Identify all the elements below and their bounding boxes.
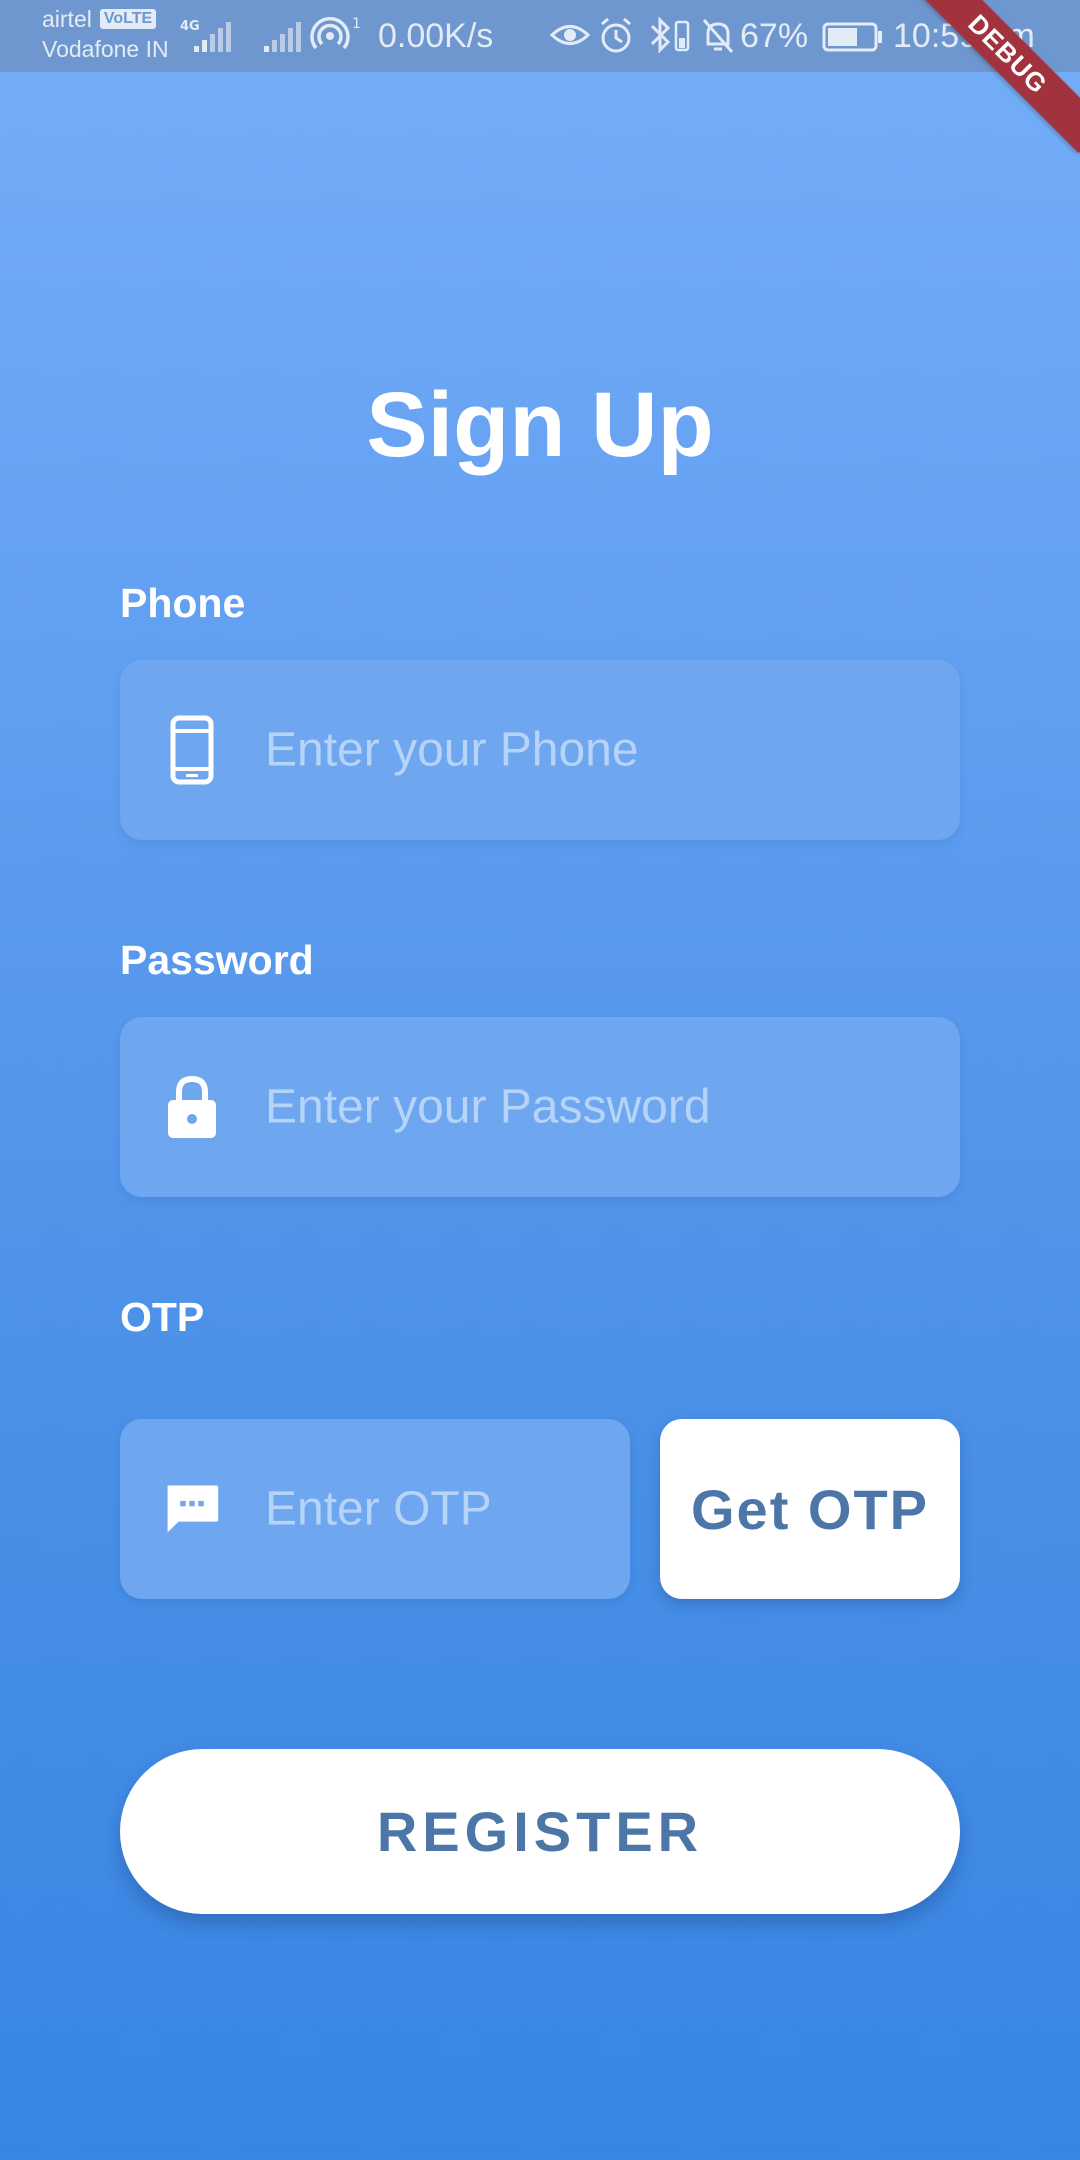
otp-input[interactable]: Enter OTP xyxy=(120,1419,630,1599)
battery-percent: 67% xyxy=(740,17,809,55)
eye-icon xyxy=(549,20,591,55)
network-type-label: 4G xyxy=(180,19,200,34)
lock-icon xyxy=(164,1071,220,1143)
phone-label: Phone xyxy=(120,580,246,626)
password-input[interactable]: Enter your Password xyxy=(120,1017,960,1197)
get-otp-label: Get OTP xyxy=(690,1477,930,1541)
message-icon xyxy=(164,1473,220,1545)
page-title: Sign Up xyxy=(366,374,714,476)
signal-icon: 4G xyxy=(180,18,236,59)
signal-icon xyxy=(262,18,302,59)
status-bar: airtel VoLTE Vodafone IN 4G 1 0.00K/s 67… xyxy=(0,0,1080,72)
phone-input[interactable]: Enter your Phone xyxy=(120,660,960,840)
net-speed: 0.00K/s xyxy=(378,17,494,55)
hotspot-count: 1 xyxy=(352,16,361,32)
password-label: Password xyxy=(120,937,314,983)
register-button[interactable]: REGISTER xyxy=(120,1749,960,1914)
carrier-info: airtel VoLTE Vodafone IN xyxy=(42,4,169,64)
hotspot-icon: 1 xyxy=(310,14,366,59)
alarm-icon xyxy=(598,16,634,61)
register-label: REGISTER xyxy=(376,1800,704,1863)
battery-icon xyxy=(822,22,884,57)
otp-label: OTP xyxy=(120,1294,205,1340)
password-placeholder: Enter your Password xyxy=(265,1080,711,1134)
bell-off-icon xyxy=(700,16,736,61)
bluetooth-icon xyxy=(646,16,694,61)
carrier-secondary: Vodafone IN xyxy=(42,36,169,62)
phone-icon xyxy=(164,714,220,786)
otp-placeholder: Enter OTP xyxy=(265,1482,492,1536)
volte-badge: VoLTE xyxy=(99,9,157,29)
get-otp-button[interactable]: Get OTP xyxy=(660,1419,960,1599)
phone-placeholder: Enter your Phone xyxy=(265,723,639,777)
carrier-primary: airtel xyxy=(42,6,92,32)
